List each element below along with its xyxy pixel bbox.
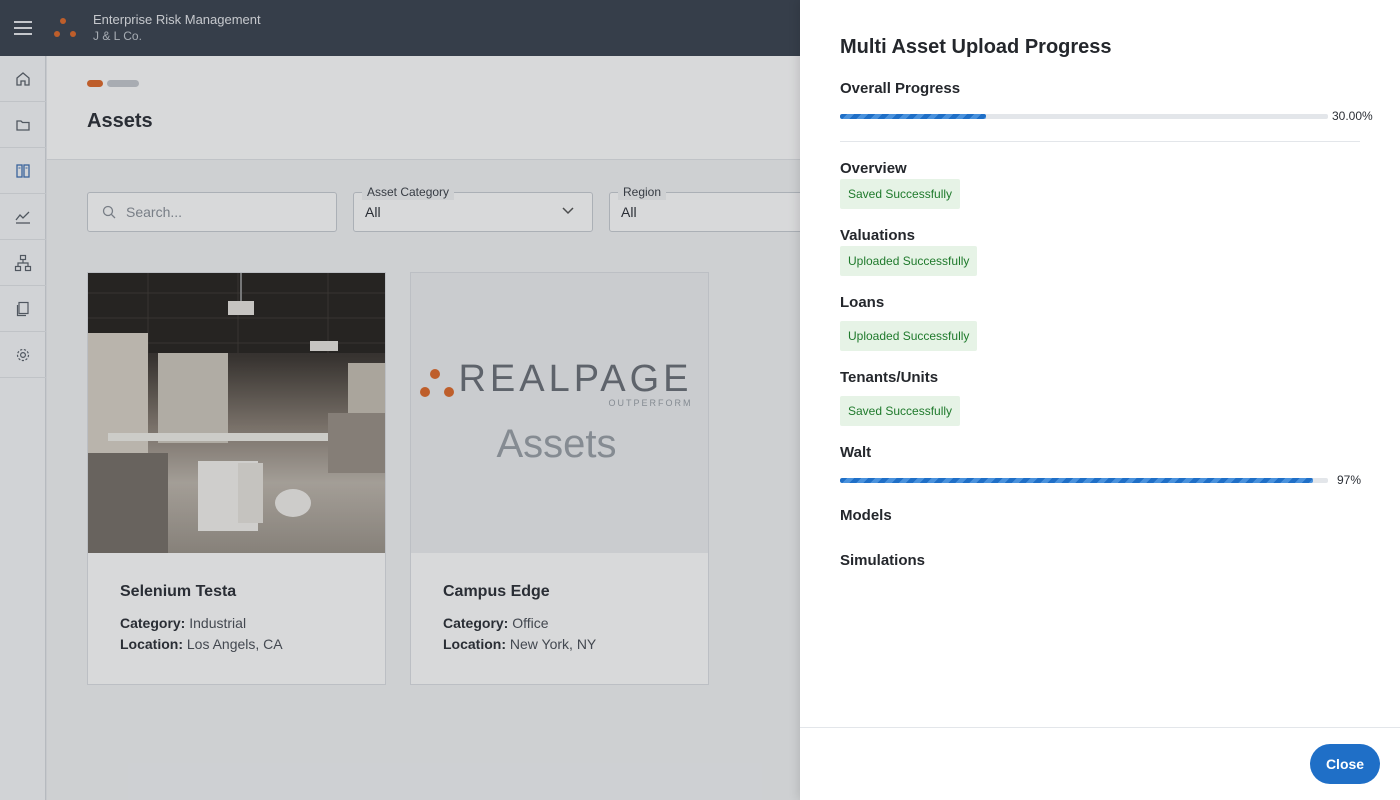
section-overview-label: Overview xyxy=(840,160,907,177)
status-badge: Uploaded Successfully xyxy=(840,246,978,276)
upload-progress-drawer: Multi Asset Upload Progress Overall Prog… xyxy=(800,0,1400,800)
overall-progress-label: Overall Progress xyxy=(840,80,961,97)
walt-progress-bar xyxy=(840,478,1328,483)
section-loans-label: Loans xyxy=(840,294,885,311)
overall-progress-bar xyxy=(840,114,1328,119)
section-simulations-label: Simulations xyxy=(840,552,926,569)
section-tenants-label: Tenants/Units xyxy=(840,369,939,386)
status-badge: Uploaded Successfully xyxy=(840,321,978,351)
walt-progress-fill xyxy=(840,478,1314,483)
overall-progress-percent: 30.00% xyxy=(1332,109,1373,123)
overall-progress-fill xyxy=(840,114,987,119)
walt-progress-percent: 97% xyxy=(1337,473,1362,487)
modal-backdrop[interactable] xyxy=(0,0,800,800)
status-badge: Saved Successfully xyxy=(840,396,961,426)
section-walt-label: Walt xyxy=(840,444,872,461)
section-valuations-label: Valuations xyxy=(840,227,916,244)
drawer-title: Multi Asset Upload Progress xyxy=(840,36,1112,58)
close-button[interactable]: Close xyxy=(1310,744,1380,784)
divider xyxy=(840,141,1360,142)
status-badge: Saved Successfully xyxy=(840,179,961,209)
drawer-footer: Close xyxy=(800,727,1400,800)
section-models-label: Models xyxy=(840,507,892,524)
